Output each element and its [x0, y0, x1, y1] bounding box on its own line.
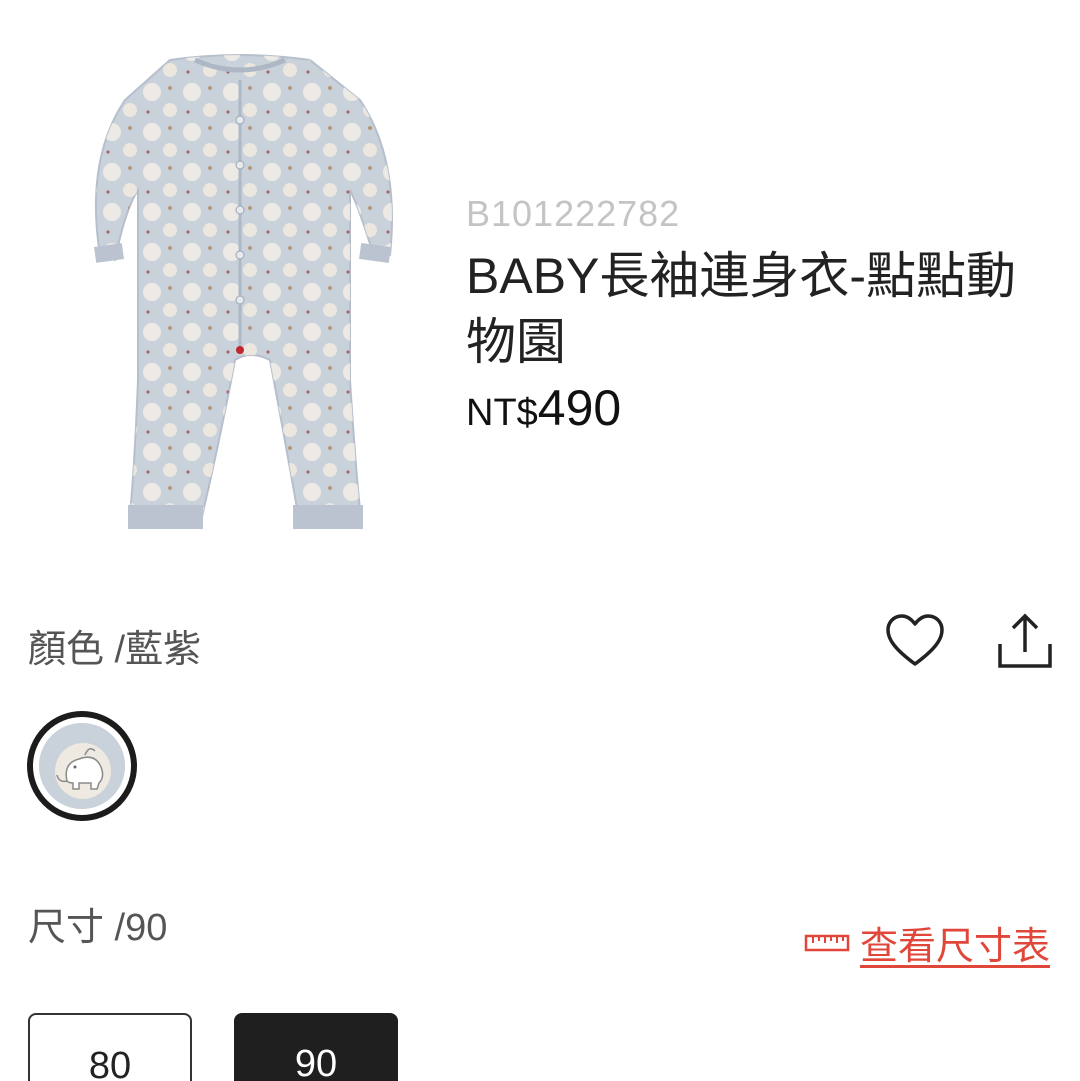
elephant-icon	[39, 723, 125, 809]
share-icon	[998, 613, 1052, 668]
color-label: 顏色 /藍紫	[28, 629, 202, 671]
share-button[interactable]	[994, 610, 1056, 672]
product-image	[94, 54, 393, 529]
favorite-button[interactable]	[884, 612, 946, 670]
size-option-80[interactable]: 80	[28, 1013, 192, 1081]
product-page: B101222782 BABY長袖連身衣-點點動物園 NT$490 顏色 /藍紫	[0, 0, 1080, 1081]
size-chart-label: 查看尺寸表	[860, 926, 1051, 968]
size-label: 尺寸 /90	[28, 907, 168, 949]
ruler-icon	[804, 934, 850, 951]
product-title: BABY長袖連身衣-點點動物園	[466, 248, 1017, 370]
price-currency: NT$	[466, 392, 538, 434]
elephant-pattern-swatch	[39, 723, 125, 809]
size-chart-link[interactable]: 查看尺寸表	[804, 915, 1050, 970]
product-price: NT$490	[466, 380, 621, 441]
heart-icon	[886, 614, 944, 666]
color-swatch-selected[interactable]	[27, 711, 137, 821]
price-value: 490	[537, 380, 622, 436]
size-option-90[interactable]: 90	[234, 1013, 398, 1081]
product-sku: B101222782	[466, 193, 681, 234]
